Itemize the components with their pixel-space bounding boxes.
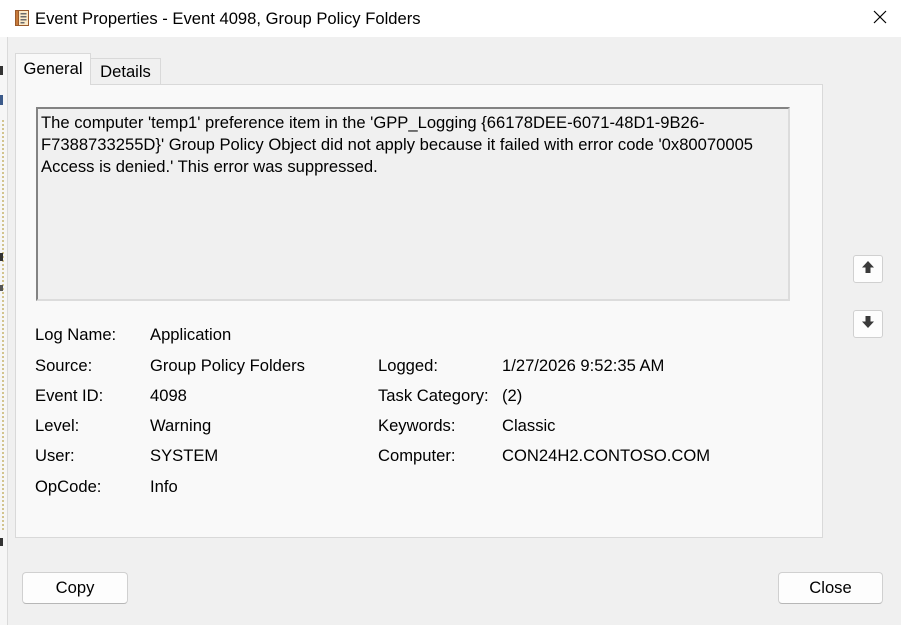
description-line: F7388733255D}' Group Policy Object did n… <box>41 135 754 154</box>
background-window-fragment <box>0 66 3 75</box>
computer-label: Computer: <box>378 446 456 465</box>
event-description-box[interactable]: The computer 'temp1' preference item in … <box>36 107 790 301</box>
logged-value: 1/27/2026 9:52:35 AM <box>502 356 665 375</box>
event-id-value: 4098 <box>150 386 187 405</box>
description-line: The computer 'temp1' preference item in … <box>41 113 705 132</box>
background-window-fragment <box>0 285 3 291</box>
user-value: SYSTEM <box>150 446 219 465</box>
source-label: Source: <box>35 356 93 375</box>
close-window-button[interactable] <box>859 0 901 37</box>
general-tab-panel: The computer 'temp1' preference item in … <box>15 84 823 538</box>
level-label: Level: <box>35 416 80 435</box>
logged-label: Logged: <box>378 356 438 375</box>
opcode-value: Info <box>150 477 178 496</box>
arrow-down-icon <box>861 314 875 334</box>
close-icon <box>873 9 887 29</box>
arrow-up-icon <box>861 259 875 279</box>
tab-general[interactable]: General <box>15 53 91 85</box>
computer-value: CON24H2.CONTOSO.COM <box>502 446 711 465</box>
event-viewer-icon <box>13 9 31 27</box>
window-title: Event Properties - Event 4098, Group Pol… <box>35 9 421 28</box>
level-value: Warning <box>150 416 212 435</box>
title-bar[interactable]: Event Properties - Event 4098, Group Pol… <box>0 0 901 37</box>
background-window-fragment <box>0 538 3 546</box>
source-value: Group Policy Folders <box>150 356 305 375</box>
background-window-fragment <box>0 95 3 105</box>
log-name-value: Application <box>150 325 232 344</box>
close-button[interactable]: Close <box>778 572 883 604</box>
event-id-label: Event ID: <box>35 386 104 405</box>
description-line: Access is denied.' This error was suppre… <box>41 157 378 176</box>
keywords-value: Classic <box>502 416 556 435</box>
tab-details[interactable]: Details <box>90 58 161 84</box>
copy-button[interactable]: Copy <box>22 572 128 604</box>
user-label: User: <box>35 446 75 465</box>
event-properties-dialog: Event Properties - Event 4098, Group Pol… <box>0 0 901 625</box>
keywords-label: Keywords: <box>378 416 456 435</box>
task-category-value: (2) <box>502 386 523 405</box>
log-name-label: Log Name: <box>35 325 117 344</box>
previous-event-button[interactable] <box>853 255 883 283</box>
background-window-fragment <box>0 253 3 261</box>
background-window-fragment <box>2 120 4 530</box>
opcode-label: OpCode: <box>35 477 102 496</box>
background-window-edge <box>0 37 8 625</box>
next-event-button[interactable] <box>853 310 883 338</box>
task-category-label: Task Category: <box>378 386 489 405</box>
